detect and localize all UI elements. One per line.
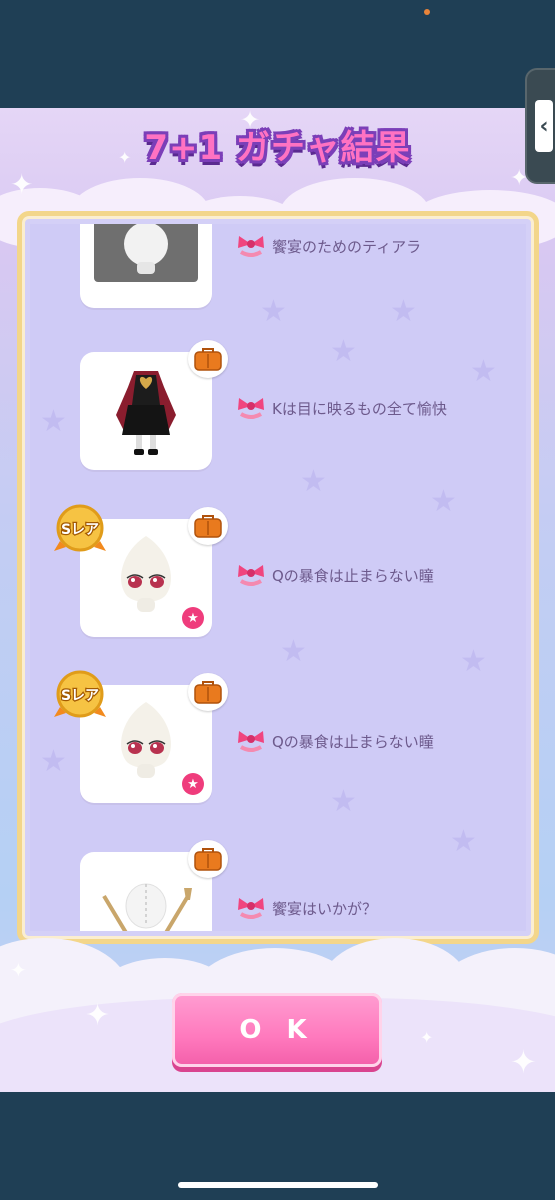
home-indicator[interactable]: [178, 1182, 378, 1188]
result-list[interactable]: ★ ★ ★ ★ ★ ★ ★ ★ ★ ★ ★ ★ 饗宴のためのティアラ Kは目に映…: [30, 224, 526, 931]
pink-star-icon: ★: [182, 773, 204, 795]
item-name: Qの暴食は止まらない瞳: [272, 566, 434, 585]
list-item[interactable]: Kは目に映るもの全て愉快: [30, 340, 526, 482]
result-list-frame[interactable]: ★ ★ ★ ★ ★ ★ ★ ★ ★ ★ ★ ★ 饗宴のためのティアラ Kは目に映…: [17, 211, 539, 944]
list-item[interactable]: 饗宴はいかが？: [30, 840, 526, 931]
sparkle-icon: ✦: [420, 1028, 434, 1047]
list-item[interactable]: ★ Sレア Qの暴食は止まらない瞳: [30, 504, 526, 649]
sparkle-icon: ✦: [510, 1043, 537, 1081]
item-name: Qの暴食は止まらない瞳: [272, 732, 434, 751]
item-name: 饗宴のためのティアラ: [272, 237, 422, 256]
ok-button[interactable]: O K: [172, 993, 382, 1067]
list-item[interactable]: ★ Sレア Qの暴食は止まらない瞳: [30, 670, 526, 815]
sparkle-icon: ✦: [10, 958, 27, 982]
chevron-left-icon: ‹: [535, 100, 553, 152]
eyes-item-icon: [121, 702, 171, 778]
page-title: 7+1 ガチャ結果: [144, 128, 411, 168]
sparkle-icon: ✦: [118, 148, 132, 167]
bag-icon: [188, 840, 228, 878]
item-name: Kは目に映るもの全て愉快: [272, 399, 447, 418]
item-thumbnail: [80, 224, 212, 308]
eyes-item-icon: [121, 536, 171, 612]
svg-text:Sレア: Sレア: [61, 522, 99, 538]
background-star-icon: ★: [460, 644, 487, 679]
pink-star-icon: ★: [182, 607, 204, 629]
background-star-icon: ★: [430, 484, 457, 519]
bow-icon: [238, 565, 264, 586]
sparkle-icon: ✦: [10, 168, 34, 201]
bow-icon: [238, 731, 264, 752]
gacha-result-dialog: 7+1 ガチャ結果 ✦ ✦ ✦ ✦ ★ ★ ★ ★ ★ ★ ★ ★ ★ ★ ★ …: [0, 108, 555, 1092]
list-item[interactable]: 饗宴のためのティアラ: [30, 224, 526, 320]
cutlery-item-icon: [102, 883, 192, 931]
svg-text:Sレア: Sレア: [61, 688, 99, 704]
sparkle-icon: ✦: [240, 108, 261, 134]
item-name: 饗宴はいかが？: [272, 899, 378, 918]
bow-icon: [238, 898, 264, 919]
bag-icon: [188, 507, 228, 545]
bow-icon: [238, 398, 264, 419]
sparkle-icon: ✦: [85, 998, 111, 1033]
bow-icon: [238, 236, 264, 257]
s-rare-badge: Sレア: [54, 670, 106, 718]
s-rare-badge: Sレア: [54, 504, 106, 552]
tiara-item-icon: [124, 224, 168, 274]
bag-icon: [188, 673, 228, 711]
dress-item-icon: [116, 371, 176, 455]
bag-icon: [188, 340, 228, 378]
side-panel-handle[interactable]: ‹: [525, 68, 555, 184]
status-indicator-dot: [424, 9, 430, 15]
